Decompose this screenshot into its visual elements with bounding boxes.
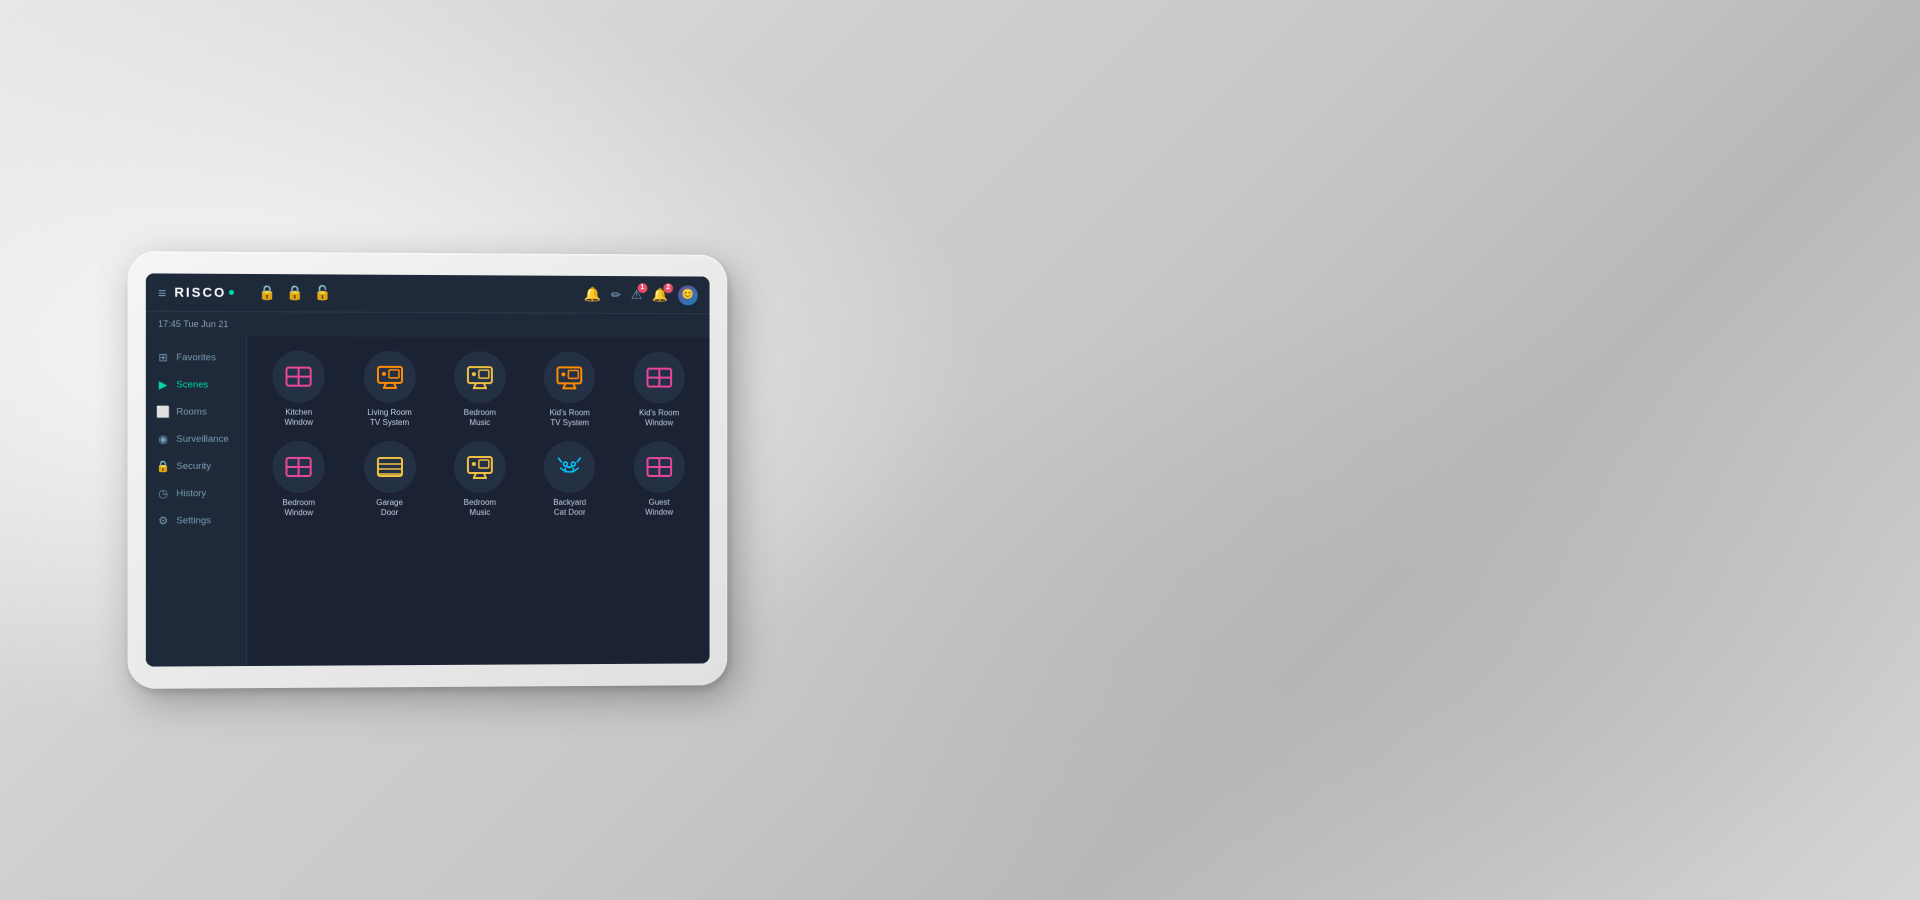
datetime-text: 17:45 Tue Jun 21 xyxy=(158,319,228,329)
favorites-label: Favorites xyxy=(176,352,216,363)
scene-bedroom-window[interactable]: BedroomWindow xyxy=(257,441,340,519)
scene-bedroom-music-2-circle xyxy=(454,441,506,493)
scene-bedroom-music-2[interactable]: BedroomMusic xyxy=(439,441,521,519)
scene-living-room-tv[interactable]: Living RoomTV System xyxy=(348,351,431,429)
sidebar-item-history[interactable]: ◷ History xyxy=(146,480,246,507)
scene-kitchen-window-circle xyxy=(273,350,325,402)
app-logo: RISCO xyxy=(174,285,234,300)
scene-kids-room-tv-circle xyxy=(544,351,596,403)
app-header: ≡ RISCO 🔒 🔒 🔓 🔔 ✏ ⚠ xyxy=(146,273,710,314)
menu-icon[interactable]: ≡ xyxy=(158,284,166,300)
tablet-screen: ≡ RISCO 🔒 🔒 🔓 🔔 ✏ ⚠ xyxy=(146,273,710,666)
rooms-label: Rooms xyxy=(176,407,206,418)
scene-kids-room-window-circle xyxy=(633,352,684,404)
scene-garage-door-circle xyxy=(364,441,416,493)
sidebar-item-rooms[interactable]: ⬜ Rooms xyxy=(146,398,246,425)
scenes-area: KitchenWindow xyxy=(247,336,709,666)
scene-kitchen-window-label: KitchenWindow xyxy=(284,408,313,429)
scenes-grid: KitchenWindow xyxy=(257,350,699,518)
scenes-label: Scenes xyxy=(176,379,208,390)
scene-kids-room-tv[interactable]: Kid's RoomTV System xyxy=(529,351,611,429)
settings-label: Settings xyxy=(176,515,211,526)
tablet-device: ≡ RISCO 🔒 🔒 🔓 🔔 ✏ ⚠ xyxy=(128,251,728,689)
sidebar: ⊞ Favorites ▶ Scenes ⬜ Rooms ◉ Surveilla… xyxy=(146,336,247,667)
lock-red-icon[interactable]: 🔒 xyxy=(259,284,277,301)
sidebar-item-scenes[interactable]: ▶ Scenes xyxy=(146,371,246,398)
lock-yellow-icon[interactable]: 🔒 xyxy=(286,284,304,301)
security-label: Security xyxy=(176,461,211,472)
scene-bedroom-music-1-label: BedroomMusic xyxy=(464,408,496,429)
header-right: 🔔 ✏ ⚠ 1 🔔 2 😊 xyxy=(584,284,698,304)
sidebar-item-favorites[interactable]: ⊞ Favorites xyxy=(146,344,246,372)
scene-backyard-cat-door-label: BackyardCat Door xyxy=(553,498,586,519)
scene-kids-room-window-label: Kid's RoomWindow xyxy=(639,408,679,429)
scene-guest-window[interactable]: GuestWindow xyxy=(618,441,699,518)
security-icon: 🔒 xyxy=(156,460,170,473)
rooms-icon: ⬜ xyxy=(156,405,170,418)
lock-green-icon[interactable]: 🔓 xyxy=(314,284,332,301)
scenes-icon: ▶ xyxy=(156,378,170,391)
scene-kids-room-window[interactable]: Kid's RoomWindow xyxy=(618,352,699,429)
scene-bedroom-music-1[interactable]: BedroomMusic xyxy=(439,351,521,429)
scene-kids-room-tv-label: Kid's RoomTV System xyxy=(550,408,590,429)
surveillance-icon: ◉ xyxy=(156,433,170,446)
scene-backyard-cat-door-circle xyxy=(544,441,596,493)
scene-garage-door-label: GarageDoor xyxy=(376,498,403,519)
scene-kitchen-window[interactable]: KitchenWindow xyxy=(257,350,340,428)
logo-dot xyxy=(229,290,234,295)
surveillance-label: Surveillance xyxy=(176,434,228,445)
header-locks: 🔒 🔒 🔓 xyxy=(259,284,332,301)
alerts-icon[interactable]: ⚠ 1 xyxy=(631,287,643,303)
alerts-badge: 1 xyxy=(637,283,647,293)
bell-badge: 2 xyxy=(663,283,673,293)
scene-backyard-cat-door[interactable]: BackyardCat Door xyxy=(529,441,611,519)
history-label: History xyxy=(176,488,206,499)
scene-guest-window-label: GuestWindow xyxy=(645,498,673,519)
scene-living-room-tv-label: Living RoomTV System xyxy=(367,408,412,429)
scene-garage-door[interactable]: GarageDoor xyxy=(348,441,431,519)
main-content: ⊞ Favorites ▶ Scenes ⬜ Rooms ◉ Surveilla… xyxy=(146,336,710,667)
settings-icon: ⚙ xyxy=(156,514,170,527)
notifications-icon[interactable]: 🔔 xyxy=(584,286,601,303)
datetime-bar: 17:45 Tue Jun 21 xyxy=(146,312,710,338)
scene-bedroom-window-label: BedroomWindow xyxy=(282,498,315,519)
header-left: ≡ RISCO 🔒 🔒 🔓 xyxy=(158,284,331,302)
user-avatar[interactable]: 😊 xyxy=(678,285,698,305)
scene-living-room-tv-circle xyxy=(364,351,416,403)
scene-guest-window-circle xyxy=(633,441,684,493)
favorites-icon: ⊞ xyxy=(156,351,170,364)
sidebar-item-security[interactable]: 🔒 Security xyxy=(146,453,246,480)
scene-bedroom-music-1-circle xyxy=(454,351,506,403)
sidebar-item-settings[interactable]: ⚙ Settings xyxy=(146,507,246,534)
scene-bedroom-music-2-label: BedroomMusic xyxy=(464,498,496,519)
logo-text: RISCO xyxy=(174,285,226,300)
tablet-frame: ≡ RISCO 🔒 🔒 🔓 🔔 ✏ ⚠ xyxy=(128,251,728,689)
sidebar-item-surveillance[interactable]: ◉ Surveillance xyxy=(146,426,246,453)
history-icon: ◷ xyxy=(156,487,170,500)
edit-icon[interactable]: ✏ xyxy=(611,287,621,301)
scene-bedroom-window-circle xyxy=(273,441,325,493)
bell-icon[interactable]: 🔔 2 xyxy=(652,287,668,303)
